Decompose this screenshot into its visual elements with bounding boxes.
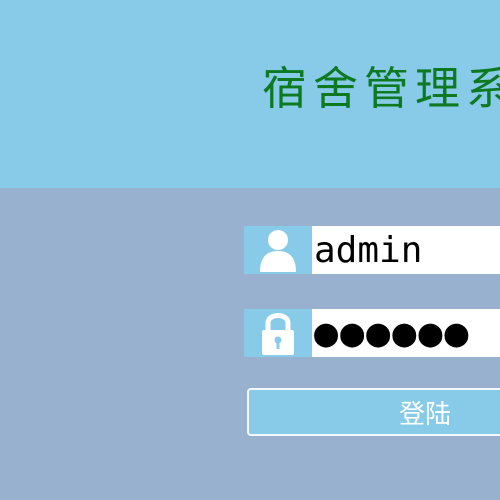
user-icon — [244, 226, 312, 274]
header: 宿舍管理系统 — [0, 0, 500, 188]
app-title: 宿舍管理系统 — [262, 62, 500, 115]
username-input[interactable] — [312, 226, 500, 274]
password-field — [244, 309, 500, 357]
username-field — [244, 226, 500, 274]
login-button[interactable]: 登陆 — [247, 388, 500, 436]
password-input[interactable] — [312, 309, 500, 357]
login-area: 登陆 — [0, 188, 500, 500]
lock-icon — [244, 309, 312, 357]
